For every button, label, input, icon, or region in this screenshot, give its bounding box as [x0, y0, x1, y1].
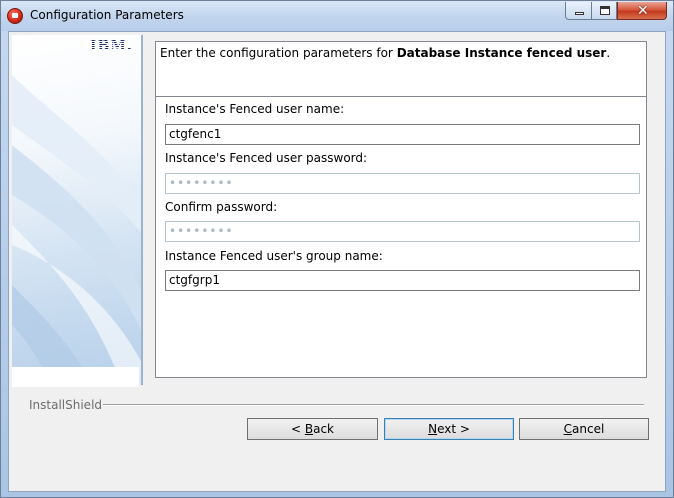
maximize-icon — [600, 6, 610, 15]
fenced-user-name-input[interactable]: ctgfenc1 — [165, 124, 640, 145]
installshield-brand: InstallShield — [29, 398, 103, 412]
ibm-logo: IBM. — [90, 38, 133, 54]
close-icon: ✕ — [637, 3, 649, 19]
minimize-icon — [575, 12, 584, 15]
cancel-button[interactable]: Cancel — [519, 418, 649, 440]
parameters-form: Instance's Fenced user name: ctgfenc1 In… — [155, 97, 647, 378]
confirm-password-input[interactable]: •••••••• — [165, 221, 640, 242]
installer-app-icon — [7, 8, 23, 24]
group-name-input[interactable]: ctgfgrp1 — [165, 270, 640, 291]
window-title: Configuration Parameters — [30, 8, 184, 22]
back-button[interactable]: < Back — [247, 418, 378, 440]
minimize-button[interactable] — [565, 2, 592, 20]
swoosh-graphic — [12, 75, 141, 385]
installer-window: Configuration Parameters ✕ IBM. Enter th… — [0, 0, 674, 498]
instruction-text: Enter the configuration parameters for D… — [160, 46, 611, 60]
side-graphic-panel: IBM. — [12, 35, 143, 385]
title-bar[interactable]: Configuration Parameters ✕ — [1, 1, 673, 31]
confirm-password-label: Confirm password: — [165, 200, 278, 214]
footer-separator — [103, 404, 644, 406]
fenced-user-password-label: Instance's Fenced user password: — [165, 151, 368, 165]
next-button[interactable]: Next > — [384, 418, 514, 440]
dialog-body: IBM. Enter the configuration parameters … — [8, 31, 666, 492]
close-button[interactable]: ✕ — [617, 2, 667, 20]
side-panel-footer — [12, 367, 139, 387]
group-name-label: Instance Fenced user's group name: — [165, 249, 383, 263]
fenced-user-name-label: Instance's Fenced user name: — [165, 102, 345, 116]
fenced-user-password-input[interactable]: •••••••• — [165, 173, 640, 194]
instruction-header: Enter the configuration parameters for D… — [155, 41, 647, 97]
maximize-button[interactable] — [591, 2, 617, 20]
